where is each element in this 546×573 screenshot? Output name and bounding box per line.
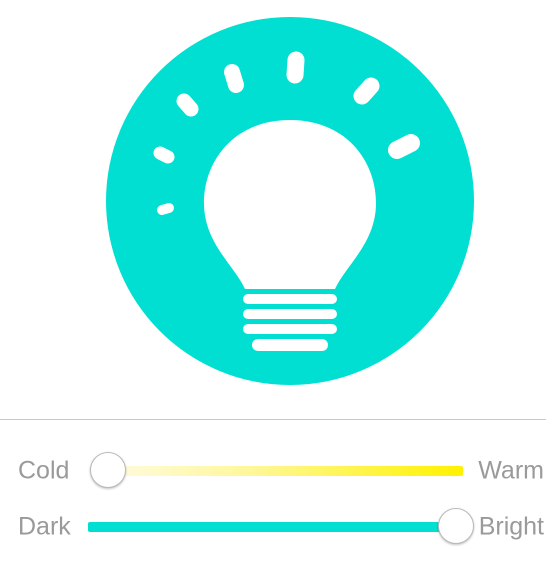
divider [0,419,546,420]
brightness-slider: Dark Bright [0,507,546,547]
warm-label: Warm [478,456,544,485]
brightness-track[interactable] [88,522,456,532]
brightness-slider-thumb[interactable] [438,508,474,544]
light-bulb-icon [106,17,474,385]
color-temperature-slider: Cold Warm [0,451,546,491]
cold-label: Cold [18,456,70,485]
dark-label: Dark [18,512,71,541]
temperature-slider-thumb[interactable] [90,452,126,488]
temperature-track[interactable] [108,466,463,476]
bright-label: Bright [478,512,544,541]
